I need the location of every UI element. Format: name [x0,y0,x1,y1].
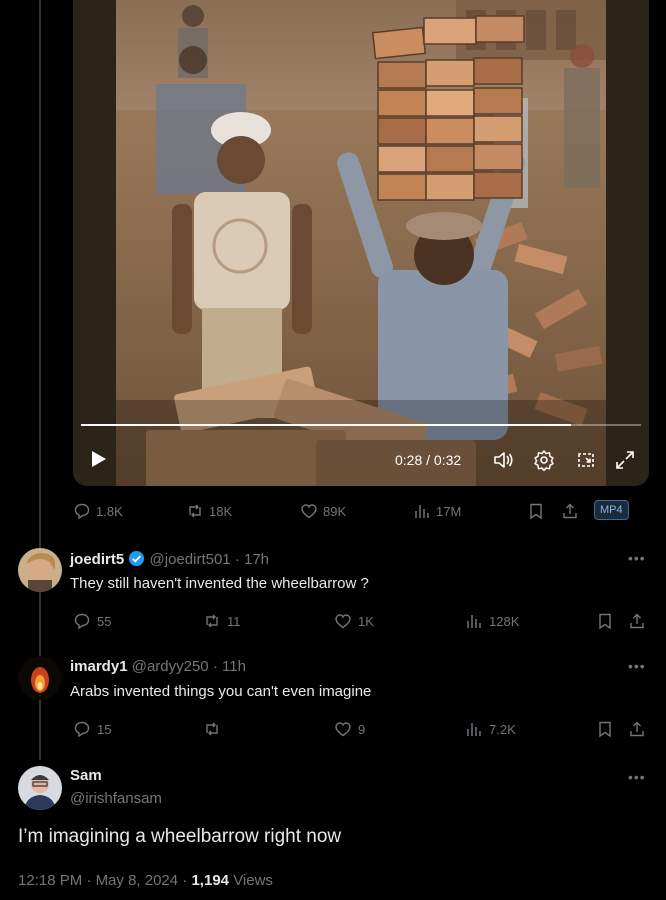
like-count: 1K [358,613,374,629]
reply-time[interactable]: 17h [244,551,269,568]
repost-action[interactable]: 18K [186,502,232,520]
view-count: 17M [436,503,462,519]
views-chart-icon [415,505,429,518]
bookmark-icon [599,721,611,738]
views-action[interactable]: 128K [465,612,519,630]
bookmark-action[interactable] [596,612,614,630]
display-name[interactable]: imardy1 [70,658,128,675]
mp4-download-badge[interactable]: MP4 [594,500,629,520]
picture-in-picture-icon[interactable] [575,449,597,471]
play-icon[interactable] [87,448,109,470]
avatar[interactable] [18,656,62,700]
reply-count: 15 [97,721,112,737]
like-count: 89K [323,503,347,519]
repost-icon [206,722,218,736]
share-action[interactable] [628,720,646,738]
separator-dot: · [234,551,240,568]
heart-icon [335,614,351,629]
repost-action[interactable] [203,720,227,738]
display-name[interactable]: joedirt5 [70,551,124,568]
views-chart-icon [467,723,481,736]
repost-count: 18K [209,503,233,519]
reply-action[interactable]: 15 [73,720,111,738]
reply-text: Arabs invented things you can't even ima… [70,683,372,700]
tweet-view-count: 1,194 [191,872,230,889]
fullscreen-icon[interactable] [614,449,636,471]
reply-icon [74,503,90,520]
reply-header: joedirt5 @joedirt501 · 17h [70,550,269,568]
share-icon [563,503,577,519]
reply-time[interactable]: 11h [222,658,246,675]
share-action[interactable] [561,502,579,520]
video-player[interactable]: 0:28 / 0:32 [73,0,649,486]
like-action[interactable]: 1K [334,612,374,630]
like-count: 9 [358,721,366,737]
tweet-time[interactable]: 12:18 PM [18,872,82,889]
video-frame [116,0,606,486]
share-icon [630,721,644,737]
bookmark-action[interactable] [527,502,545,520]
verified-badge-icon [129,550,145,567]
like-action[interactable]: 9 [334,720,365,738]
user-handle[interactable]: @joedirt501 [150,551,231,568]
reply-icon [74,613,90,630]
share-icon [630,613,644,629]
heart-icon [301,504,317,519]
bookmark-icon [530,503,542,520]
views-action[interactable]: 17M [413,502,461,520]
video-progress-bar[interactable] [81,424,641,426]
user-handle[interactable]: @ardyy250 [132,658,209,675]
separator-dot: · [86,872,92,889]
display-name[interactable]: Sam [70,767,102,784]
views-chart-icon [467,615,481,628]
repost-count: 11 [227,613,241,629]
avatar[interactable] [18,548,62,592]
post-action-bar: 1.8K 18K 89K 17M MP4 [0,500,666,524]
volume-icon[interactable] [492,449,514,471]
repost-icon [189,504,201,518]
settings-gear-icon[interactable] [533,449,555,471]
tweet-date[interactable]: May 8, 2024 [96,872,179,889]
more-options-icon[interactable]: ••• [628,769,646,785]
like-action[interactable]: 89K [300,502,346,520]
reply-header: imardy1 @ardyy250 · 11h [70,658,246,675]
view-count: 128K [489,613,520,629]
heart-icon [335,722,351,737]
views-action[interactable]: 7.2K [465,720,516,738]
separator-dot: · [212,658,218,675]
more-options-icon[interactable]: ••• [628,658,646,674]
reply-action-bar: 55 11 1K 128K [0,612,666,632]
more-options-icon[interactable]: ••• [628,550,646,566]
separator-dot: · [182,872,188,889]
avatar[interactable] [18,766,62,810]
reply-icon [74,721,90,738]
reply-action[interactable]: 55 [73,612,111,630]
user-handle[interactable]: @irishfansam [70,790,162,807]
reply-text: They still haven't invented the wheelbar… [70,575,369,592]
reply-action[interactable]: 1.8K [73,502,123,520]
video-time: 0:28 / 0:32 [395,452,462,468]
repost-action[interactable]: 11 [203,612,241,630]
view-count: 7.2K [489,721,516,737]
share-action[interactable] [628,612,646,630]
reply-action-bar: 15 9 7.2K [0,720,666,740]
reply-count: 55 [97,613,112,629]
thread-line [39,0,41,760]
repost-icon [206,614,218,628]
video-progress-fill [81,424,571,426]
tweet-text: I’m imagining a wheelbarrow right now [18,826,342,847]
tweet-views-label: Views [233,872,273,889]
reply-count: 1.8K [96,503,123,519]
tweet-metadata: 12:18 PM · May 8, 2024 · 1,194 Views [18,872,273,889]
bookmark-icon [599,613,611,630]
bookmark-action[interactable] [596,720,614,738]
